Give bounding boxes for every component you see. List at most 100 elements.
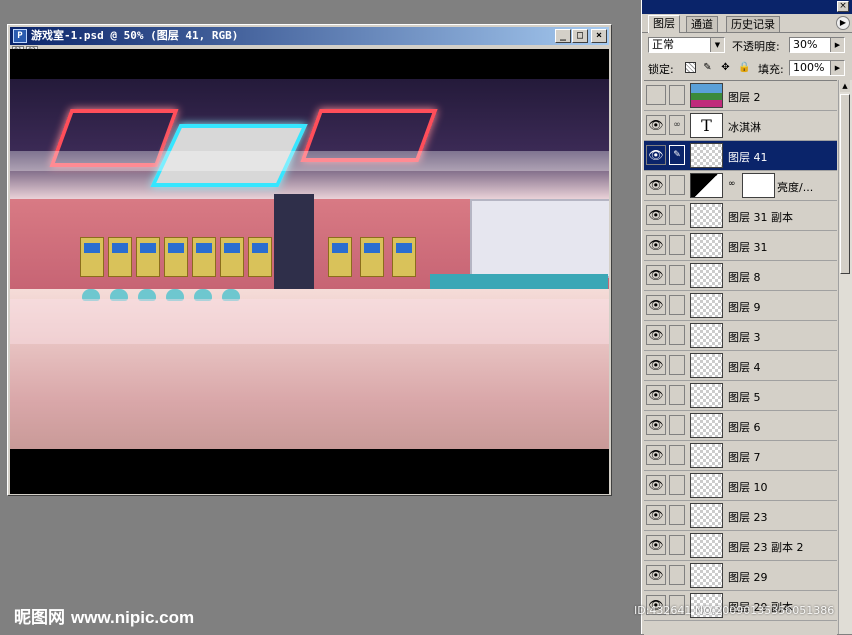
scene-overlay-band <box>10 151 609 171</box>
layer-row[interactable]: 👁 图层 6 <box>644 411 837 441</box>
layer-visibility-eye-icon[interactable]: 👁 <box>646 325 666 345</box>
layer-row[interactable]: 👁 ∞ T 冰淇淋 <box>644 111 837 141</box>
panel-close-button[interactable]: × <box>837 1 849 12</box>
layer-link-box[interactable] <box>669 295 685 315</box>
layer-row[interactable]: 👁 图层 9 <box>644 291 837 321</box>
layer-name: 图层 5 <box>728 391 761 404</box>
layer-row[interactable]: 👁 图层 8 <box>644 261 837 291</box>
layer-thumbnail <box>690 173 723 198</box>
layer-thumbnail <box>690 323 723 348</box>
layer-visibility-eye-icon[interactable]: 👁 <box>646 175 666 195</box>
chevron-right-icon[interactable]: ▶ <box>830 61 844 75</box>
lock-all-padlock-icon[interactable]: 🔒 <box>738 62 750 73</box>
tab-history[interactable]: 历史记录 <box>726 16 780 32</box>
layer-visibility-eye-icon[interactable]: 👁 <box>646 295 666 315</box>
layer-row[interactable]: 👁 图层 10 <box>644 471 837 501</box>
chain-link-icon[interactable]: ∞ <box>669 115 685 135</box>
layer-row[interactable]: 👁 图层 3 <box>644 321 837 351</box>
arcade-machine <box>392 237 416 277</box>
opacity-label: 不透明度: <box>732 40 780 53</box>
scroll-up-arrow-icon[interactable]: ▲ <box>840 80 850 92</box>
layer-name: 图层 23 <box>728 511 768 524</box>
chevron-right-icon[interactable]: ▶ <box>830 38 844 52</box>
layer-link-box[interactable] <box>669 415 685 435</box>
site-url: www.nipic.com <box>71 608 195 627</box>
layer-link-box[interactable] <box>669 205 685 225</box>
lock-pixels-brush-icon[interactable]: ✎ <box>702 62 713 73</box>
layer-visibility-eye-icon[interactable]: 👁 <box>646 205 666 225</box>
layer-name: 图层 4 <box>728 361 761 374</box>
layer-row[interactable]: 👁 图层 5 <box>644 381 837 411</box>
layer-name: 图层 31 副本 <box>728 211 793 224</box>
layer-visibility-eye-icon[interactable]: 👁 <box>646 475 666 495</box>
layer-link-box[interactable] <box>669 505 685 525</box>
layers-panel[interactable]: × 图层 通道 历史记录 ▶ 正常 ▼ 不透明度: 30% ▶ 锁定: ✎ ✥ … <box>641 0 852 635</box>
layer-link-box[interactable] <box>669 355 685 375</box>
layer-link-box[interactable] <box>669 235 685 255</box>
layer-row[interactable]: 👁 图层 4 <box>644 351 837 381</box>
panel-titlebar[interactable]: × <box>642 0 852 14</box>
layer-visibility-eye-icon[interactable]: 👁 <box>646 445 666 465</box>
layer-row[interactable]: 👁 图层 23 <box>644 501 837 531</box>
layer-mask-thumbnail <box>742 173 775 198</box>
layer-thumbnail <box>690 413 723 438</box>
layer-link-box[interactable] <box>669 565 685 585</box>
image-canvas[interactable] <box>10 49 609 494</box>
layer-visibility-eye-icon[interactable]: 👁 <box>646 385 666 405</box>
minimize-button[interactable]: _ <box>555 29 571 43</box>
layer-link-box[interactable] <box>669 475 685 495</box>
layer-row[interactable]: 👁 图层 29 <box>644 561 837 591</box>
layer-link-box[interactable] <box>669 445 685 465</box>
layer-link-box[interactable] <box>669 535 685 555</box>
layer-link-box[interactable] <box>669 325 685 345</box>
layer-visibility-eye-icon[interactable]: 👁 <box>646 355 666 375</box>
layer-visibility-eye-icon[interactable]: 👁 <box>646 115 666 135</box>
lock-transparency-icon[interactable] <box>685 62 696 73</box>
fill-field[interactable]: 100% ▶ <box>789 60 845 76</box>
layer-list[interactable]: 图层 2 👁 ∞ T 冰淇淋 👁 ✎ 图层 41 👁 ∞ 亮度/... 👁 图层 31 副本 👁 图层 31… <box>644 80 837 635</box>
layer-row[interactable]: 👁 ✎ 图层 41 <box>644 141 837 171</box>
layer-visibility-eye-icon[interactable]: 👁 <box>646 535 666 555</box>
layer-row[interactable]: 👁 图层 23 副本 2 <box>644 531 837 561</box>
scrollbar-thumb[interactable] <box>840 94 850 274</box>
brush-icon[interactable]: ✎ <box>669 145 685 165</box>
layer-visibility-eye-icon[interactable] <box>646 85 666 105</box>
layer-row[interactable]: 图层 2 <box>644 81 837 111</box>
layer-row[interactable]: 👁 ∞ 亮度/... <box>644 171 837 201</box>
scene-pillar <box>274 194 314 304</box>
layer-row[interactable]: 👁 图层 31 副本 <box>644 201 837 231</box>
document-window[interactable]: P 游戏室-1.psd @ 50% (图层 41, RGB) _ □ × 01 … <box>7 24 612 496</box>
layer-thumbnail <box>690 263 723 288</box>
layer-list-scrollbar[interactable]: ▲ <box>838 80 852 634</box>
layer-link-box[interactable] <box>669 85 685 105</box>
layer-name: 图层 8 <box>728 271 761 284</box>
opacity-field[interactable]: 30% ▶ <box>789 37 845 53</box>
document-title: 游戏室-1.psd @ 50% (图层 41, RGB) <box>31 29 239 42</box>
maximize-button[interactable]: □ <box>572 29 588 43</box>
layer-visibility-eye-icon[interactable]: 👁 <box>646 265 666 285</box>
layer-thumbnail <box>690 203 723 228</box>
layer-row[interactable]: 👁 图层 31 <box>644 231 837 261</box>
layer-visibility-eye-icon[interactable]: 👁 <box>646 145 666 165</box>
layer-visibility-eye-icon[interactable]: 👁 <box>646 235 666 255</box>
close-button[interactable]: × <box>591 29 607 43</box>
layer-link-box[interactable] <box>669 175 685 195</box>
tab-layers[interactable]: 图层 <box>648 15 680 33</box>
blend-mode-select[interactable]: 正常 ▼ <box>648 37 725 53</box>
layer-thumbnail <box>690 353 723 378</box>
layer-name: 冰淇淋 <box>728 121 761 134</box>
layer-thumbnail <box>690 293 723 318</box>
fill-value: 100% <box>793 61 825 74</box>
layer-link-box[interactable] <box>669 385 685 405</box>
lock-position-move-icon[interactable]: ✥ <box>720 62 731 73</box>
layer-row[interactable]: 👁 图层 7 <box>644 441 837 471</box>
layer-link-box[interactable] <box>669 265 685 285</box>
layer-visibility-eye-icon[interactable]: 👁 <box>646 505 666 525</box>
tab-channels[interactable]: 通道 <box>686 16 718 32</box>
blend-row: 正常 ▼ 不透明度: 30% ▶ <box>642 35 852 57</box>
layer-visibility-eye-icon[interactable]: 👁 <box>646 415 666 435</box>
panel-menu-button[interactable]: ▶ <box>836 16 850 30</box>
layer-visibility-eye-icon[interactable]: 👁 <box>646 565 666 585</box>
fill-label: 填充: <box>758 63 784 76</box>
document-titlebar[interactable]: P 游戏室-1.psd @ 50% (图层 41, RGB) _ □ × <box>10 27 609 45</box>
